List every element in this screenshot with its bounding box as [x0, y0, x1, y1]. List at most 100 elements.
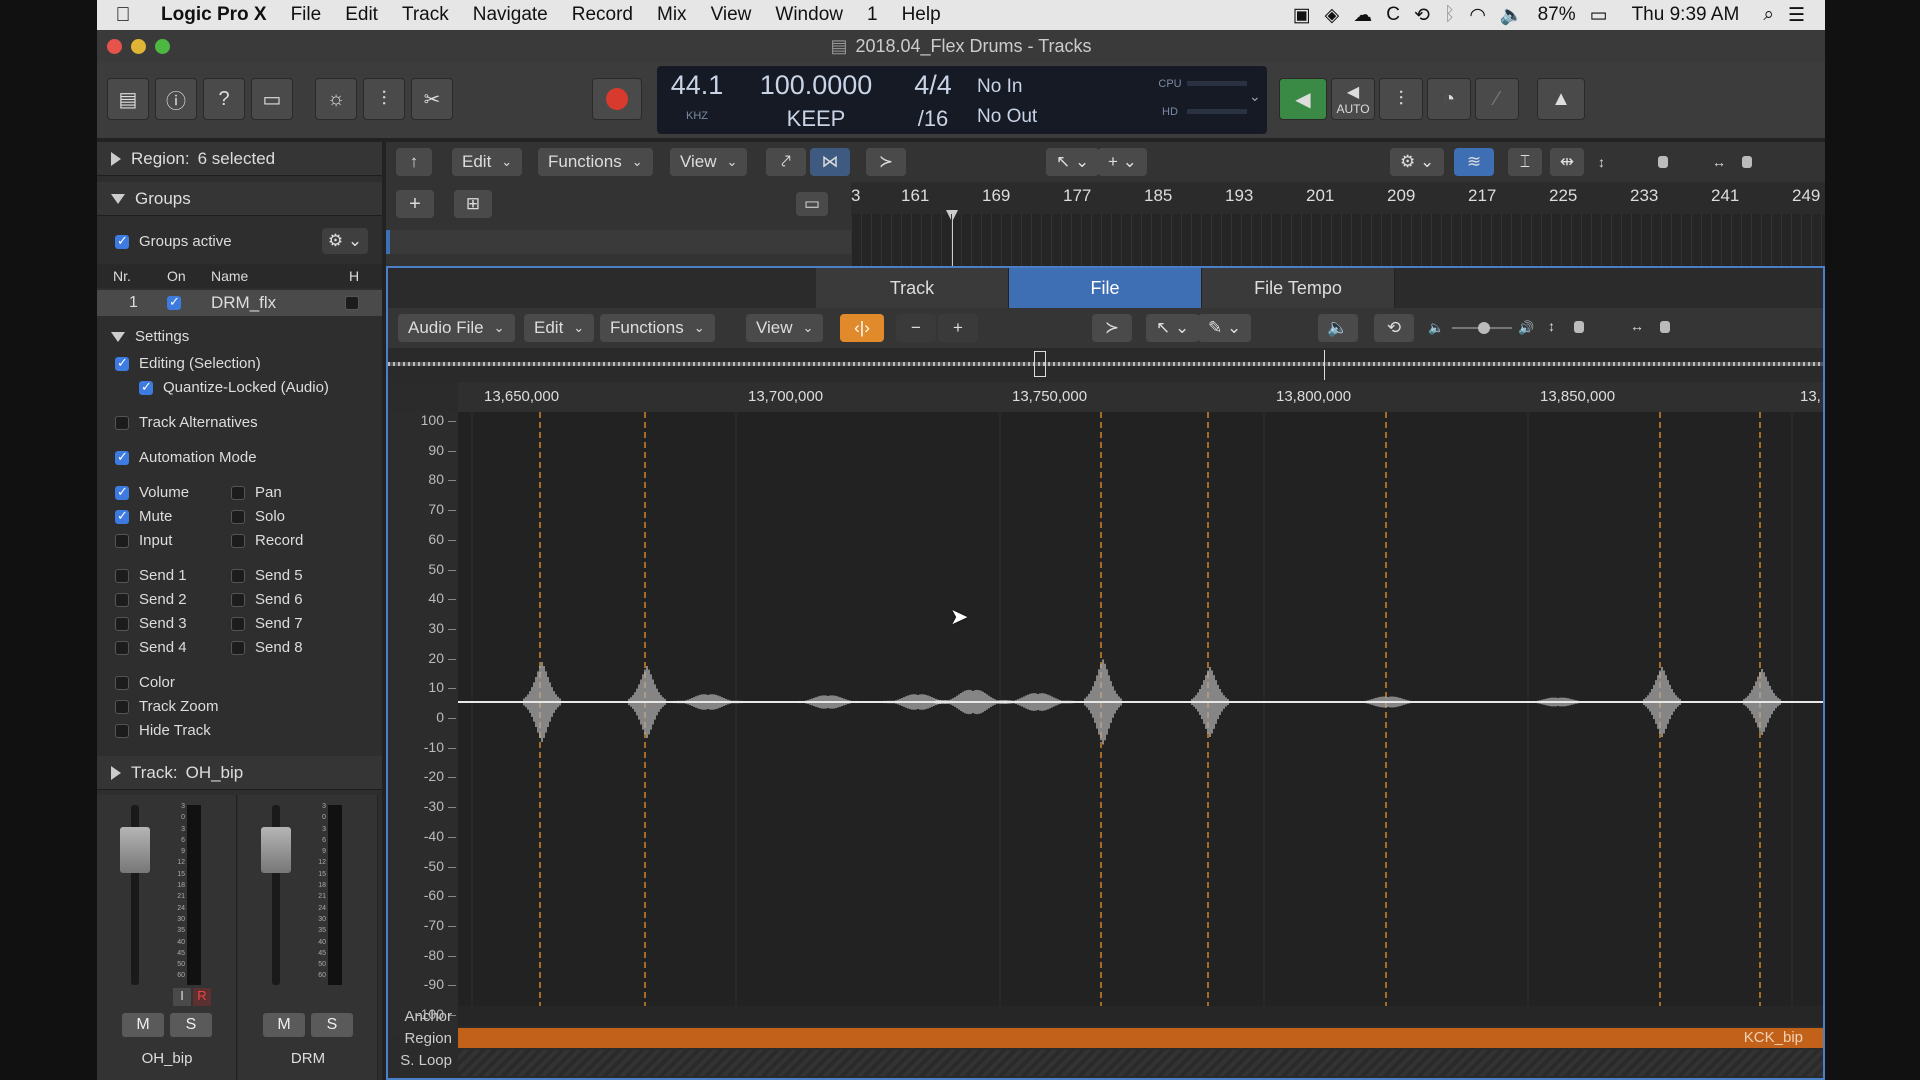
hide-track-checkbox[interactable] [115, 724, 129, 738]
editor-pencil-tool-menu[interactable]: ✎ ⌄ [1198, 314, 1252, 342]
mute-button[interactable]: M [263, 1013, 305, 1037]
tempo-value[interactable]: 100.0000 [741, 70, 891, 101]
apple-icon[interactable]:  [97, 4, 149, 27]
editor-functions-menu[interactable]: Functions ⌄ [600, 314, 715, 342]
solo-button[interactable]: S [170, 1013, 212, 1037]
battery-percent[interactable]: 87% [1538, 4, 1576, 26]
region-bar[interactable]: KCK_bip [458, 1028, 1823, 1048]
cycle-button[interactable]: ⟲ [1374, 314, 1414, 342]
metronome-inactive-button[interactable]: ⁄ [1475, 78, 1519, 120]
anchor-lane[interactable] [458, 1006, 1823, 1026]
sync-icon[interactable]: C [1386, 4, 1400, 26]
menu-one[interactable]: 1 [855, 4, 890, 26]
editor-horizontal-zoom[interactable]: ↔ [1630, 318, 1720, 338]
bluetooth-icon[interactable]: ᛒ [1444, 4, 1455, 26]
menu-app[interactable]: Logic Pro X [149, 4, 279, 26]
auto-button[interactable]: ◀ AUTO [1331, 78, 1375, 120]
volume-checkbox[interactable] [115, 484, 129, 500]
catch-button[interactable]: ≻ [866, 148, 906, 176]
tracks-edit-menu[interactable]: Edit ⌄ [452, 148, 523, 176]
cloud-icon[interactable]: ☁ [1353, 4, 1372, 27]
group-name[interactable]: DRM_flx [211, 293, 276, 313]
record-checkbox[interactable] [231, 534, 245, 548]
pan-checkbox[interactable] [231, 486, 245, 500]
mute-button[interactable]: M [122, 1013, 164, 1037]
quantize-locked-checkbox[interactable] [139, 379, 153, 395]
tracks-settings-menu[interactable]: ⚙ ⌄ [1390, 148, 1445, 176]
sample-ruler[interactable]: 13,650,000 13,700,000 13,750,000 13,800,000… [458, 382, 1823, 412]
spotlight-icon[interactable]: ⌕ [1763, 4, 1774, 26]
global-tracks-button[interactable]: ▭ [796, 192, 828, 216]
vertical-zoom-slider[interactable]: ↕ [1598, 154, 1683, 170]
send8-checkbox[interactable] [231, 641, 245, 655]
editor-view-menu[interactable]: View ⌄ [746, 314, 824, 342]
settings-header[interactable]: Settings [111, 328, 189, 345]
group-hide-checkbox[interactable] [345, 296, 359, 310]
minimize-window-button[interactable] [131, 39, 146, 54]
add-track-button[interactable]: + [396, 190, 434, 218]
send6-checkbox[interactable] [231, 593, 245, 607]
mute-checkbox[interactable] [115, 508, 129, 524]
close-window-button[interactable] [107, 39, 122, 54]
lcd-menu-chevron[interactable]: ⌄ [1249, 88, 1261, 105]
send2-checkbox[interactable] [115, 593, 129, 607]
volume-fader[interactable] [120, 827, 150, 873]
wifi-icon[interactable]: ◠ [1469, 4, 1486, 27]
clock[interactable]: Thu 9:39 AM [1632, 4, 1740, 26]
flex-button[interactable]: ⋈ [810, 148, 850, 176]
send1-checkbox[interactable] [115, 569, 129, 583]
volume-fader[interactable] [261, 827, 291, 873]
audio-file-menu[interactable]: Audio File ⌄ [398, 314, 515, 342]
group-row[interactable]: 1 DRM_flx [97, 290, 382, 316]
time-division[interactable]: /16 [893, 106, 973, 132]
automation-mode-checkbox[interactable] [115, 449, 129, 465]
menu-window[interactable]: Window [763, 4, 855, 26]
tracks-view-menu[interactable]: View ⌄ [670, 148, 748, 176]
zoom-window-button[interactable] [155, 39, 170, 54]
horizontal-fit-button[interactable]: ⇹ [1550, 148, 1584, 176]
input-checkbox[interactable] [115, 534, 129, 548]
record-button[interactable] [592, 78, 642, 120]
send7-checkbox[interactable] [231, 617, 245, 631]
menu-navigate[interactable]: Navigate [461, 4, 560, 26]
s-loop-lane[interactable] [458, 1050, 1823, 1076]
playhead-handle[interactable] [946, 210, 958, 222]
library-button[interactable]: ▤ [107, 78, 149, 120]
notification-center-icon[interactable]: ☰ [1788, 4, 1805, 27]
dropbox-icon[interactable]: ◈ [1325, 4, 1340, 27]
bar-ruler[interactable]: 3 161 169 177 185 193 201 209 217 225 233 241 249 [851, 182, 1825, 266]
time-machine-icon[interactable]: ⟲ [1414, 4, 1430, 27]
transient-plus-button[interactable]: + [938, 314, 978, 342]
groups-settings-button[interactable]: ⚙ ⌄ [322, 228, 368, 254]
solo-button[interactable]: S [311, 1013, 353, 1037]
menu-help[interactable]: Help [890, 4, 953, 26]
inspector-button[interactable]: ⓘ [155, 78, 197, 120]
tuner-button[interactable]: ⫶ [1379, 78, 1423, 120]
menu-mix[interactable]: Mix [645, 4, 699, 26]
send3-checkbox[interactable] [115, 617, 129, 631]
time-signature[interactable]: 4/4 [893, 70, 973, 101]
menu-view[interactable]: View [699, 4, 764, 26]
back-button[interactable]: ↑ [396, 148, 432, 176]
send4-checkbox[interactable] [115, 641, 129, 655]
editors-button[interactable]: ✂ [411, 78, 453, 120]
track-alternatives-checkbox[interactable] [115, 416, 129, 430]
pointer-tool-menu[interactable]: ↖ ⌄ [1046, 148, 1100, 176]
screen-record-icon[interactable]: ▣ [1293, 4, 1311, 27]
editing-selection-checkbox[interactable] [115, 355, 129, 371]
marquee-tool-menu[interactable]: + ⌄ [1098, 148, 1147, 176]
vertical-fit-button[interactable]: ⌶ [1508, 148, 1542, 176]
tab-file-tempo[interactable]: File Tempo [1202, 268, 1395, 308]
tab-file[interactable]: File [1009, 268, 1202, 308]
menu-track[interactable]: Track [390, 4, 461, 26]
overview-viewport[interactable] [1034, 351, 1046, 377]
track-zoom-checkbox[interactable] [115, 700, 129, 714]
editor-edit-menu[interactable]: Edit ⌄ [524, 314, 595, 342]
transient-minus-button[interactable]: − [896, 314, 936, 342]
master-volume-button[interactable]: ◀ [1279, 78, 1327, 120]
menu-record[interactable]: Record [560, 4, 645, 26]
solo-checkbox[interactable] [231, 510, 245, 524]
groups-active-checkbox[interactable] [115, 233, 129, 249]
waveform-overview[interactable] [388, 348, 1823, 382]
quick-help-button[interactable]: ? [203, 78, 245, 120]
